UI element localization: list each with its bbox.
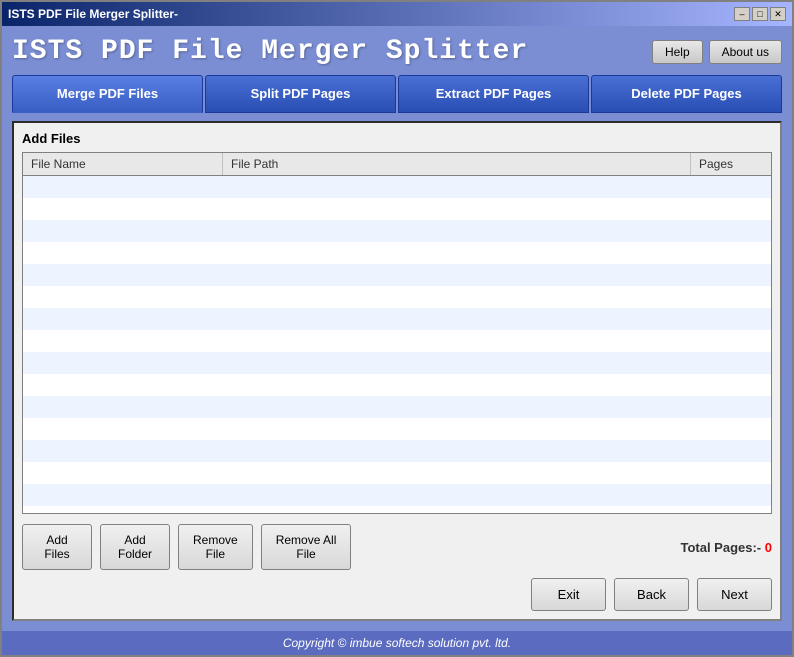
add-folder-button[interactable]: Add Folder xyxy=(100,524,170,570)
close-button[interactable]: ✕ xyxy=(770,7,786,21)
main-panel: Add Files File Name File Path Pages Add … xyxy=(12,121,782,621)
title-bar: ISTS PDF File Merger Splitter- – □ ✕ xyxy=(2,2,792,26)
minimize-button[interactable]: – xyxy=(734,7,750,21)
add-files-button[interactable]: Add Files xyxy=(22,524,92,570)
col-pages: Pages xyxy=(691,153,771,175)
window-title: ISTS PDF File Merger Splitter- xyxy=(8,7,178,21)
about-button[interactable]: About us xyxy=(709,40,782,64)
copyright-text: Copyright © imbue softech solution pvt. … xyxy=(283,636,511,650)
tab-merge[interactable]: Merge PDF Files xyxy=(12,75,203,113)
app-title: ISTS PDF File Merger Splitter xyxy=(12,36,528,67)
action-area: Add Files Add Folder Remove File Remove … xyxy=(22,524,772,570)
back-button[interactable]: Back xyxy=(614,578,689,611)
window-controls: – □ ✕ xyxy=(734,7,786,21)
section-title: Add Files xyxy=(22,131,772,146)
app-header: ISTS PDF File Merger Splitter Help About… xyxy=(12,36,782,67)
help-button[interactable]: Help xyxy=(652,40,703,64)
total-pages-value: 0 xyxy=(765,540,772,555)
nav-tabs: Merge PDF Files Split PDF Pages Extract … xyxy=(12,75,782,113)
header-buttons: Help About us xyxy=(652,40,782,64)
maximize-button[interactable]: □ xyxy=(752,7,768,21)
tab-delete[interactable]: Delete PDF Pages xyxy=(591,75,782,113)
tab-extract[interactable]: Extract PDF Pages xyxy=(398,75,589,113)
app-content: ISTS PDF File Merger Splitter Help About… xyxy=(2,26,792,631)
footer-nav: Exit Back Next xyxy=(22,578,772,611)
total-pages: Total Pages:- 0 xyxy=(680,540,772,555)
col-filename: File Name xyxy=(23,153,223,175)
action-buttons: Add Files Add Folder Remove File Remove … xyxy=(22,524,351,570)
remove-file-button[interactable]: Remove File xyxy=(178,524,253,570)
total-pages-label: Total Pages:- xyxy=(680,540,761,555)
col-filepath: File Path xyxy=(223,153,691,175)
next-button[interactable]: Next xyxy=(697,578,772,611)
table-body xyxy=(23,176,771,513)
file-table: File Name File Path Pages xyxy=(22,152,772,514)
tab-split[interactable]: Split PDF Pages xyxy=(205,75,396,113)
main-window: ISTS PDF File Merger Splitter- – □ ✕ IST… xyxy=(0,0,794,657)
remove-all-button[interactable]: Remove All File xyxy=(261,524,352,570)
copyright-bar: Copyright © imbue softech solution pvt. … xyxy=(2,631,792,655)
table-header: File Name File Path Pages xyxy=(23,153,771,176)
exit-button[interactable]: Exit xyxy=(531,578,606,611)
